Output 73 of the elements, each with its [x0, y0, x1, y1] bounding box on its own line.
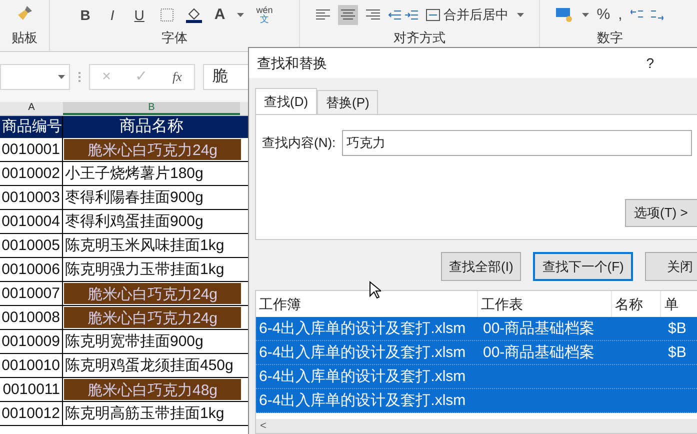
font-style-button[interactable]: I: [106, 4, 118, 26]
scroll-left-button[interactable]: <: [256, 418, 270, 433]
workbook-text: 6-4出入库单的设计及套打.xlsm: [258, 343, 467, 363]
result-row[interactable]: 6-4出入库单的设计及套打.xlsm 00-商品基础档案 $B: [256, 341, 697, 365]
group-label: 字体: [162, 28, 188, 46]
result-row[interactable]: 6-4出入库单的设计及套打.xlsm: [256, 389, 697, 413]
table-cell: 脆米心白巧克力24g: [64, 307, 241, 328]
brush-icon: [16, 4, 34, 22]
table-cell: 0010006: [0, 258, 63, 281]
insert-function-button[interactable]: fx: [172, 67, 182, 87]
workbook-text: 6-4出入库单的设计及套打.xlsm: [258, 391, 467, 411]
result-row[interactable]: 6-4出入库单的设计及套打.xlsm: [256, 365, 697, 389]
dialog-button[interactable]: 查找全部(I): [441, 252, 522, 281]
table-cell: 0010012: [0, 402, 63, 425]
dialog-tab[interactable]: 替换(P): [317, 90, 378, 114]
dialog-button[interactable]: 关闭: [644, 252, 697, 281]
table-cell: 0010003: [0, 186, 63, 209]
grip-icon: [78, 71, 81, 83]
caret-icon: [516, 13, 524, 17]
group-label: 贴板: [12, 28, 38, 46]
column-header[interactable]: B: [63, 102, 240, 115]
merge-icon: [426, 9, 440, 21]
workbook-text: 6-4出入库单的设计及套打.xlsm: [258, 367, 467, 387]
font-color-button[interactable]: A: [214, 4, 226, 26]
number-format-button[interactable]: %: [596, 4, 610, 26]
worksheet-text: 00-商品基础档案: [482, 343, 596, 363]
workbook-text: 6-4出入库单的设计及套打.xlsm: [258, 319, 467, 339]
decimal-icon: [630, 9, 664, 21]
font-style-button[interactable]: B: [76, 4, 94, 26]
cell-text: $B: [667, 343, 686, 363]
align-left-icon: [316, 9, 330, 21]
table-cell: 0010011: [0, 378, 63, 401]
table-cell: 0010008: [0, 306, 63, 329]
dialog-tab[interactable]: 查找(D): [255, 88, 318, 114]
table-header-cell-text: 商品名称: [118, 116, 184, 137]
dialog-button[interactable]: 查找下一个(F): [533, 252, 633, 281]
result-row[interactable]: 6-4出入库单的设计及套打.xlsm 00-商品基础档案 $B: [256, 317, 697, 341]
table-cell: 脆米心白巧克力48g: [64, 379, 241, 400]
table-cell: 0010005: [0, 234, 63, 257]
find-label: 查找内容(N):: [262, 134, 336, 152]
align-right-icon: [366, 9, 380, 21]
help-button[interactable]: ?: [646, 52, 654, 74]
group-label: 对齐方式: [394, 28, 446, 46]
table-cell: 脆米心白巧克力24g: [64, 283, 241, 304]
caret-icon: [582, 13, 589, 17]
table-cell: 0010007: [0, 282, 63, 305]
table-cell: 0010009: [0, 330, 63, 353]
align-center-icon: [338, 5, 358, 25]
indent-icon: [388, 9, 418, 21]
table-cell: 0010002: [0, 162, 63, 185]
number-format-button[interactable]: ,: [618, 4, 622, 26]
table-cell: 0010004: [0, 210, 63, 233]
table-cell: 0010001: [0, 138, 63, 161]
border-icon: [160, 8, 174, 22]
column-header[interactable]: A: [0, 102, 63, 115]
options-button[interactable]: 选项(T) >: [625, 199, 697, 227]
fill-color-icon: [186, 7, 202, 23]
caret-icon: [58, 75, 65, 79]
horizontal-scrollbar[interactable]: <: [256, 419, 697, 433]
group-label: 数字: [597, 28, 623, 46]
pinyin-text: wén: [256, 6, 273, 15]
find-input-field[interactable]: 巧克力: [342, 130, 692, 156]
merge-center-button[interactable]: 合并后居中: [426, 5, 508, 25]
cell-text: $B: [667, 319, 686, 339]
worksheet-text: 00-商品基础档案: [482, 319, 596, 339]
font-style-button[interactable]: U: [130, 4, 148, 26]
dialog-title: 查找和替换: [257, 54, 327, 72]
caret-icon: [237, 13, 244, 17]
name-box[interactable]: [0, 64, 70, 90]
table-cell: 0010010: [0, 354, 63, 377]
phonetic-guide-button[interactable]: wén 文: [256, 6, 273, 24]
character-text: 文: [260, 15, 269, 24]
table-cell: 脆米心白巧克力24g: [64, 139, 241, 160]
